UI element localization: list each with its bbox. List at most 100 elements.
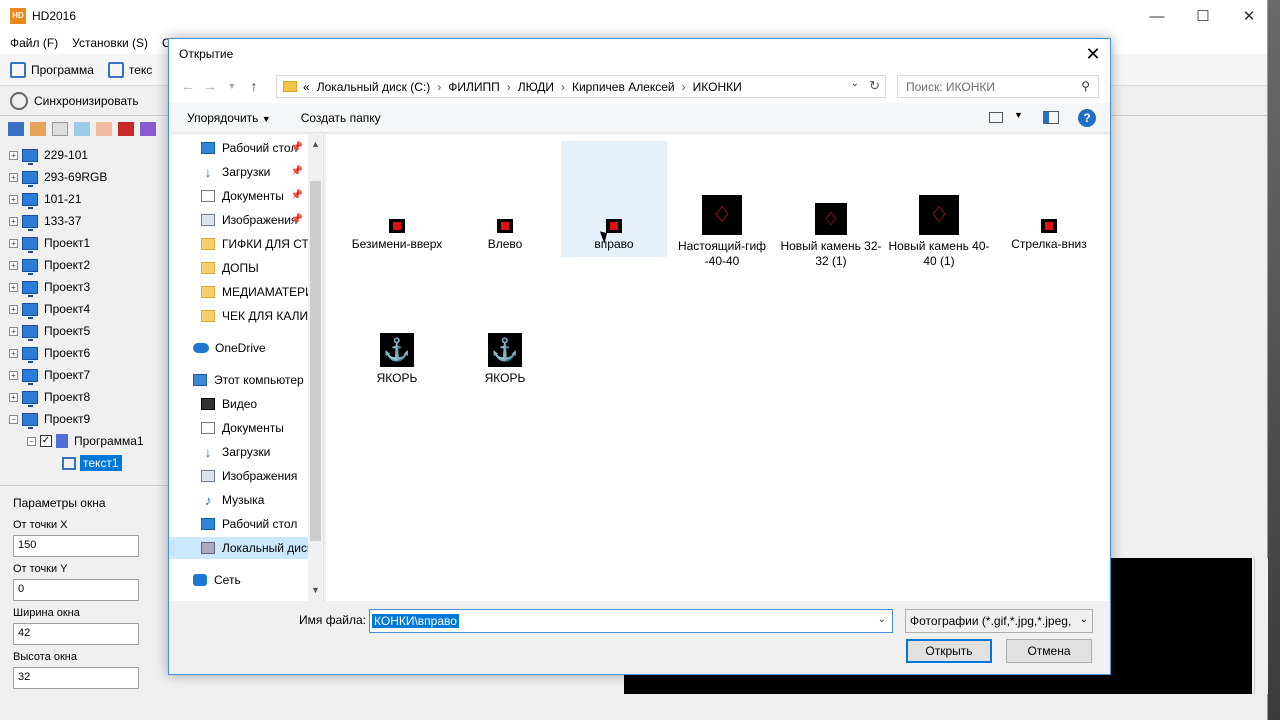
check-icon[interactable] — [140, 122, 156, 136]
tree-item[interactable]: +229-101 — [0, 144, 168, 166]
tree-item-label: Проект2 — [44, 258, 91, 272]
recent-dropdown-icon[interactable]: ▼ — [221, 81, 243, 91]
close-icon[interactable]: ✕ — [1226, 0, 1272, 32]
folder-icon — [201, 238, 215, 250]
filename-dropdown-icon[interactable]: ⌄ — [878, 614, 886, 625]
tree-item[interactable]: + Проект5 — [0, 320, 168, 342]
expand-icon[interactable]: + — [9, 282, 18, 292]
tree-item[interactable]: + Проект1 — [0, 232, 168, 254]
expand-icon[interactable]: + — [9, 194, 18, 204]
expand-icon[interactable]: + — [9, 260, 18, 270]
breadcrumb-item[interactable]: ЛЮДИ — [518, 80, 554, 94]
expand-icon[interactable]: + — [9, 238, 18, 248]
refresh-icon[interactable]: ↻ — [869, 78, 880, 94]
breadcrumb-item[interactable]: ИКОНКИ — [693, 80, 742, 94]
file-item[interactable]: ♢ Новый камень 40-40 (1) — [886, 195, 992, 269]
view-icon[interactable] — [989, 112, 1003, 123]
tree-item[interactable]: +101-21 — [0, 188, 168, 210]
view-dropdown-icon[interactable]: ▼ — [1014, 110, 1023, 120]
breadcrumb-overflow[interactable]: « — [303, 80, 310, 94]
breadcrumb-separator-icon[interactable]: › — [561, 80, 565, 94]
forward-icon[interactable]: → — [199, 78, 221, 94]
scroll-down-icon[interactable]: ▼ — [311, 585, 320, 595]
address-dropdown-icon[interactable]: ⌄ — [851, 78, 859, 89]
help-icon[interactable]: ? — [1078, 109, 1096, 127]
tree-item[interactable]: + Проект4 — [0, 298, 168, 320]
filetype-select[interactable]: Фотографии (*.gif,*.jpg,*.jpeg, ⌄ — [905, 609, 1093, 633]
file-item[interactable]: Влево — [452, 219, 558, 252]
print-icon[interactable] — [8, 122, 24, 136]
monitor-icon — [22, 214, 38, 231]
organize-button[interactable]: Упорядочить ▼ — [187, 111, 271, 125]
tree-item[interactable]: + Проект7 — [0, 364, 168, 386]
tree-item[interactable]: − Проект9 — [0, 408, 168, 430]
expand-icon[interactable]: + — [9, 370, 18, 380]
back-icon[interactable]: ← — [177, 78, 199, 94]
chevron-down-icon: ⌄ — [1079, 614, 1088, 625]
x-input[interactable]: 150 — [13, 535, 139, 557]
file-item[interactable]: Безимени-вверх — [344, 219, 450, 252]
width-input[interactable]: 42 — [13, 623, 139, 645]
text-button[interactable]: текс — [107, 61, 152, 78]
expand-icon[interactable]: + — [9, 150, 18, 160]
cancel-button[interactable]: Отмена — [1006, 639, 1092, 663]
tree-item-text[interactable]: текст1 — [0, 452, 168, 474]
breadcrumb-item[interactable]: Кирпичев Алексей — [572, 80, 675, 94]
search-input[interactable]: Поиск: ИКОНКИ ⚲ — [897, 75, 1099, 98]
file-item[interactable]: ♢ Настоящий-гиф -40-40 — [669, 195, 775, 269]
checkbox[interactable]: ✓ — [40, 435, 52, 447]
program-button[interactable]: Программа — [10, 61, 94, 78]
breadcrumb-separator-icon[interactable]: › — [682, 80, 686, 94]
nav-scroll-thumb[interactable] — [310, 181, 321, 541]
new-folder-button[interactable]: Создать папку — [301, 111, 381, 125]
scroll-up-icon[interactable]: ▲ — [311, 139, 320, 149]
tree-item[interactable]: + Проект3 — [0, 276, 168, 298]
breadcrumb-separator-icon[interactable]: › — [437, 80, 441, 94]
tree-item[interactable]: + Проект6 — [0, 342, 168, 364]
menu-settings[interactable]: Установки (S) — [72, 36, 148, 50]
expand-icon[interactable]: + — [9, 326, 18, 336]
maximize-icon[interactable]: ☐ — [1180, 0, 1226, 32]
breadcrumb-item[interactable]: ФИЛИПП — [448, 80, 500, 94]
tree-item-program[interactable]: − ✓ Программа1 — [0, 430, 168, 452]
collapse-icon[interactable]: − — [27, 436, 36, 446]
up-icon[interactable] — [74, 122, 90, 136]
file-item[interactable]: ♢ Новый камень 32-32 (1) — [778, 203, 884, 269]
expand-icon[interactable]: + — [9, 216, 18, 226]
tree-item[interactable]: +133-37 — [0, 210, 168, 232]
nav-scrollbar[interactable]: ▲ ▼ — [308, 135, 323, 601]
tree-item[interactable]: + Проект2 — [0, 254, 168, 276]
copy-icon[interactable] — [30, 122, 46, 136]
breadcrumb-item[interactable]: Локальный диск (C:) — [317, 80, 431, 94]
up-folder-icon[interactable]: ↑ — [243, 78, 265, 94]
filename-input[interactable]: КОНКИ\вправо ⌄ — [369, 609, 893, 633]
dialog-close-icon[interactable]: ✕ — [1082, 43, 1104, 65]
tree-item[interactable]: +293-69RGB — [0, 166, 168, 188]
paste-icon[interactable] — [52, 122, 68, 136]
search-icon[interactable]: ⚲ — [1081, 79, 1090, 93]
address-bar[interactable]: « Локальный диск (C:) › ФИЛИПП › ЛЮДИ › … — [276, 75, 886, 98]
preview-scrollbar[interactable] — [1254, 558, 1268, 694]
down-icon[interactable] — [96, 122, 112, 136]
expand-icon[interactable]: + — [9, 304, 18, 314]
nav-item-label: Документы — [222, 189, 284, 203]
file-item[interactable]: ⚓ ЯКОРЬ — [344, 333, 450, 386]
y-input[interactable]: 0 — [13, 579, 139, 601]
open-button[interactable]: Открыть — [906, 639, 992, 663]
preview-pane-icon[interactable] — [1043, 111, 1059, 124]
file-item[interactable]: ⚓ ЯКОРЬ — [452, 333, 558, 386]
expand-icon[interactable]: + — [9, 348, 18, 358]
minimize-icon[interactable]: — — [1134, 0, 1180, 32]
delete-icon[interactable] — [118, 122, 134, 136]
expand-icon[interactable]: + — [9, 172, 18, 182]
tree-item[interactable]: + Проект8 — [0, 386, 168, 408]
height-input[interactable]: 32 — [13, 667, 139, 689]
file-item-selected[interactable]: вправо — [561, 141, 667, 257]
menu-file[interactable]: Файл (F) — [10, 36, 58, 50]
collapse-icon[interactable]: − — [9, 414, 18, 424]
sync-button[interactable]: Синхронизировать — [10, 91, 139, 110]
expand-icon[interactable]: + — [9, 392, 18, 402]
nav-item-local-disk[interactable]: Локальный диск — [169, 537, 309, 559]
file-item[interactable]: Стрелка-вниз — [996, 219, 1102, 252]
breadcrumb-separator-icon[interactable]: › — [507, 80, 511, 94]
